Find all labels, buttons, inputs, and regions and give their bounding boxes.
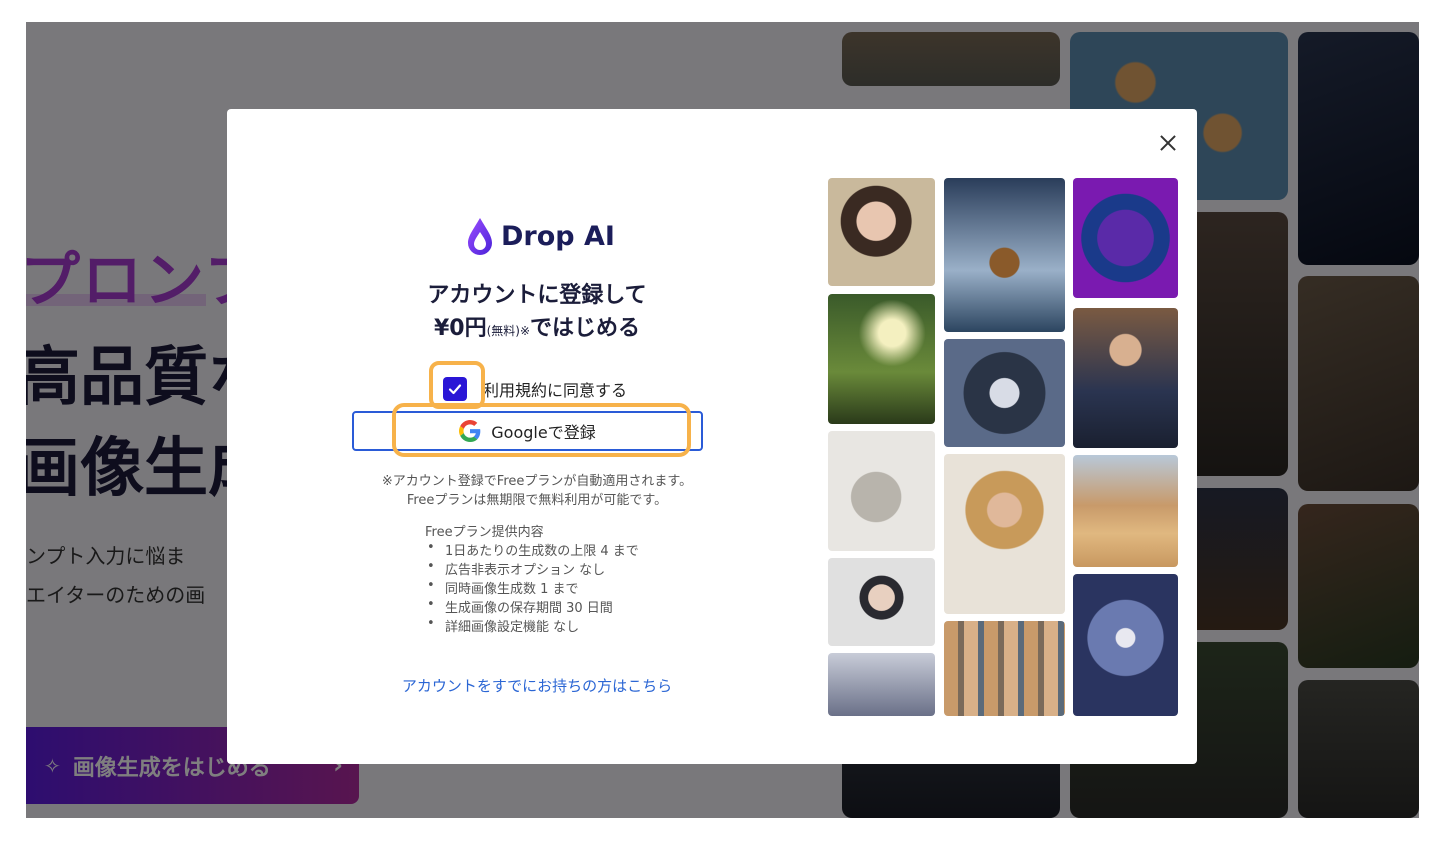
sample-image-forest — [828, 294, 935, 424]
free-plan-note: Freeプランは無期限で無料利用が可能です。 — [406, 493, 668, 508]
sample-image-robot — [1073, 178, 1178, 298]
logo-text: Drop AI — [501, 220, 615, 252]
plan-feature-item: 詳細画像設定機能 なし — [427, 616, 639, 635]
sample-image-businessman — [1073, 308, 1178, 448]
plan-feature-item: 同時画像生成数 1 まで — [427, 578, 639, 597]
sample-gallery — [828, 178, 1178, 716]
sample-image-desert — [1073, 455, 1178, 567]
terms-label[interactable]: 利用規約に同意する — [483, 377, 627, 401]
page-frame: プロンプ 高品質な 画像生成 ンプト入力に悩ま エイターのための画 ✧ 画像生成… — [26, 22, 1419, 818]
free-note: (無料) — [486, 324, 520, 338]
sample-image-anime-girl — [944, 339, 1065, 447]
sample-image-ship — [944, 178, 1065, 332]
sample-image-blonde-woman — [944, 454, 1065, 614]
drop-ai-logo: Drop AI — [465, 213, 615, 259]
sample-image-kitten — [828, 431, 935, 551]
sample-image-portrait-woman — [828, 178, 935, 286]
sample-image-mecha — [1073, 574, 1178, 716]
headline-line1: アカウントに登録して — [427, 283, 647, 308]
sample-image-skyscrapers — [944, 621, 1065, 716]
checkbox-highlight — [429, 361, 485, 409]
plan-feature-item: 広告非表示オプション なし — [427, 559, 639, 578]
existing-account-link[interactable]: アカウントをすでにお持ちの方はこちら — [337, 675, 737, 696]
drop-logo-icon — [468, 218, 492, 255]
asterisk: ※ — [519, 324, 531, 338]
google-button-highlight — [392, 403, 691, 457]
signup-modal: Drop AI アカウントに登録して ¥0円(無料)※ではじめる 利用規約に同意… — [227, 109, 1197, 764]
auto-plan-note: ※アカウント登録でFreeプランが自動適用されます。 — [381, 474, 693, 489]
start-text: ではじめる — [530, 316, 641, 341]
plan-features: 1日あたりの生成数の上限 4 まで 広告非表示オプション なし 同時画像生成数 … — [427, 540, 639, 635]
close-icon[interactable] — [1156, 131, 1180, 155]
sample-image-city-night — [828, 653, 935, 716]
sample-image-young-man — [828, 558, 935, 646]
price-text: ¥0円 — [433, 316, 487, 341]
plan-title: Freeプラン提供内容 — [425, 525, 544, 540]
headline-line2: ¥0円(無料)※ではじめる — [337, 310, 737, 342]
plan-feature-item: 1日あたりの生成数の上限 4 まで — [427, 540, 639, 559]
plan-feature-item: 生成画像の保存期間 30 日間 — [427, 597, 639, 616]
